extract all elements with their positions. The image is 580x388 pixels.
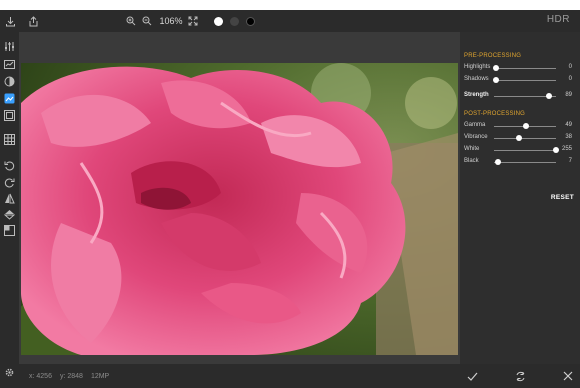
flip-vertical-icon[interactable]: [3, 208, 16, 221]
import-icon[interactable]: [2, 10, 18, 32]
slider-label: Vibrance: [464, 134, 488, 140]
slider-value: 0: [568, 64, 572, 70]
slider-value: 7: [568, 158, 572, 164]
slider-track[interactable]: [494, 150, 556, 151]
hdr-filter-icon[interactable]: [3, 92, 16, 105]
slider-knob[interactable]: [493, 77, 499, 83]
slider-track[interactable]: [494, 138, 556, 139]
slider-label: Shadows: [464, 76, 489, 82]
left-toolbar: [0, 32, 19, 388]
zoom-level: 106%: [159, 16, 183, 26]
slider-vibrance[interactable]: Vibrance 38: [464, 133, 576, 143]
slider-track[interactable]: [494, 80, 556, 81]
slider-label: Strength: [464, 92, 489, 98]
adjust-sliders-icon[interactable]: [3, 40, 16, 53]
slider-value: 255: [561, 146, 572, 152]
background-black-swatch[interactable]: [244, 10, 256, 32]
slider-label: Black: [464, 158, 479, 164]
checkmark-icon[interactable]: [463, 366, 481, 386]
cursor-x-readout: x: 4256: [29, 372, 52, 380]
levels-icon[interactable]: [3, 58, 16, 71]
slider-value: 49: [565, 122, 572, 128]
settings-gear-icon[interactable]: [3, 366, 16, 379]
flip-horizontal-icon[interactable]: [3, 192, 16, 205]
slider-black[interactable]: Black 7: [464, 157, 576, 167]
slider-track[interactable]: [494, 68, 556, 69]
slider-knob[interactable]: [546, 93, 552, 99]
slider-knob[interactable]: [553, 147, 559, 153]
crop-icon[interactable]: [3, 224, 16, 237]
slider-shadows[interactable]: Shadows 0: [464, 75, 576, 85]
frame-icon[interactable]: [3, 109, 16, 122]
megapixel-readout: 12MP: [90, 372, 110, 380]
fit-screen-icon[interactable]: [186, 10, 200, 32]
adjustments-panel: PRE-PROCESSING Highlights 0 Shadows 0 St…: [460, 32, 580, 364]
share-icon[interactable]: [25, 10, 41, 32]
post-processing-title: POST-PROCESSING: [464, 111, 526, 117]
rotate-right-icon[interactable]: [3, 176, 16, 189]
slider-gamma[interactable]: Gamma 49: [464, 121, 576, 131]
slider-value: 38: [565, 134, 572, 140]
app-title: HDR: [546, 14, 570, 25]
slider-label: Highlights: [464, 64, 491, 70]
refresh-icon[interactable]: [511, 366, 529, 386]
background-gray-swatch[interactable]: [228, 10, 240, 32]
slider-value: 89: [565, 92, 572, 98]
top-toolbar: 106% HDR: [0, 10, 580, 32]
slider-knob[interactable]: [523, 123, 529, 129]
image-canvas[interactable]: [19, 32, 460, 364]
zoom-out-icon[interactable]: [140, 10, 154, 32]
slider-highlights[interactable]: Highlights 0: [464, 63, 576, 73]
grid-icon[interactable]: [3, 133, 16, 146]
pre-processing-title: PRE-PROCESSING: [464, 53, 522, 59]
cursor-y-readout: y: 2848: [59, 372, 83, 380]
slider-label: Gamma: [464, 122, 486, 128]
action-bar: [460, 364, 580, 388]
slider-strength[interactable]: Strength 89: [464, 91, 576, 101]
rotate-left-icon[interactable]: [3, 159, 16, 172]
slider-track[interactable]: [494, 162, 556, 163]
slider-knob[interactable]: [495, 159, 501, 165]
slider-white[interactable]: White 255: [464, 145, 576, 155]
slider-value: 0: [568, 76, 572, 82]
slider-knob[interactable]: [516, 135, 522, 141]
close-icon[interactable]: [559, 366, 577, 386]
reset-button[interactable]: RESET: [551, 194, 574, 201]
color-wheel-icon[interactable]: [3, 75, 16, 88]
slider-knob[interactable]: [493, 65, 499, 71]
slider-label: White: [464, 146, 480, 152]
zoom-in-icon[interactable]: [124, 10, 138, 32]
status-bar: x: 4256 y: 2848 12MP: [19, 364, 460, 388]
photo-rose-image: [21, 63, 458, 355]
background-white-swatch[interactable]: [212, 10, 224, 32]
app-window: 106% HDR x: 4256 y: 2848 12MP PRE-PROCES…: [0, 10, 580, 388]
